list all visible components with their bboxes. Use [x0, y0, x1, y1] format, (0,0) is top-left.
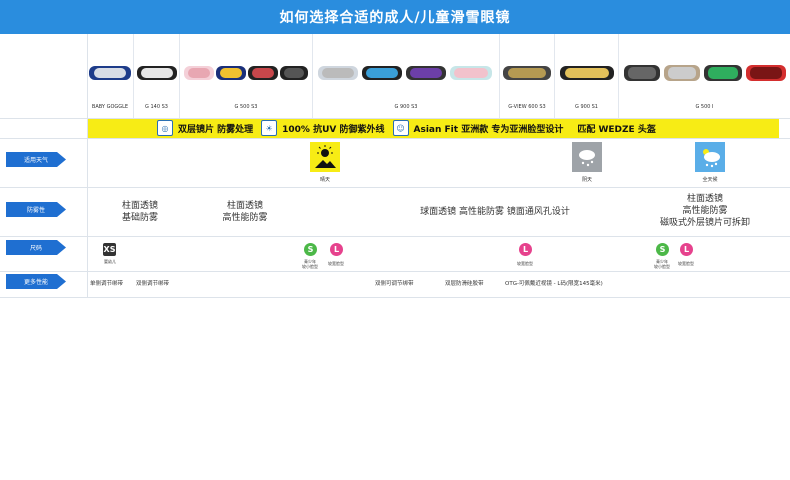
feature-silicone-strap: 双层防滑硅胶带	[445, 281, 484, 287]
antifog-g500: 柱面透镜 高性能防雾	[222, 201, 268, 223]
size-xs-badge: XS	[103, 243, 116, 256]
lens-icon: ◎	[157, 120, 173, 136]
antifog-g900: 球面透镜 高性能防雾 镜面通风孔设计	[420, 207, 570, 217]
row-divider	[0, 236, 790, 237]
size-l-caption: 较宽脸型	[328, 261, 344, 266]
uv-shield-icon: ☀	[261, 120, 278, 136]
goggle-icon	[559, 66, 614, 80]
feature-double-strap: 双侧调节绑带	[136, 281, 170, 287]
goggle-name: BABY GOGGLE	[91, 104, 129, 110]
row-divider	[0, 138, 790, 139]
size-l-caption: 较宽脸型	[517, 261, 533, 266]
feature-otg: OTG-可佩戴近视镜 - L码(限宽145毫米)	[505, 281, 603, 287]
feature-single-strap: 单侧调节绑带	[90, 281, 124, 287]
goggle-icon	[318, 66, 492, 80]
goggle-image	[313, 52, 499, 94]
feature-adjustable-strap: 双侧可调节绑带	[375, 281, 414, 287]
face-icon: ☺	[392, 120, 409, 136]
goggle-column-g900s1[interactable]: G 900 S1	[555, 34, 619, 118]
band-item-double-lens: ◎ 双层镜片 防雾处理	[157, 120, 253, 136]
goggle-name: G 900 S3	[394, 104, 418, 110]
size-l-badge: L	[519, 243, 532, 256]
size-xs-caption: 婴幼儿	[104, 259, 116, 264]
goggle-column-gview600[interactable]: G-VIEW 600 S3	[500, 34, 555, 118]
band-item-helmet: 匹配 WEDZE 头盔	[577, 124, 656, 135]
cloudy-caption: 阴天	[581, 177, 592, 183]
page-title: 如何选择合适的成人/儿童滑雪眼镜	[0, 0, 790, 34]
row-label-size: 尺码	[6, 240, 66, 255]
antifog-baby: 柱面透镜 基础防雾	[121, 201, 158, 223]
goggle-image	[134, 52, 179, 94]
goggle-name: G 140 S3	[145, 104, 168, 110]
goggle-image	[180, 52, 312, 94]
band-item-uv: ☀ 100% 抗UV 防御紫外线	[261, 120, 385, 136]
row-divider	[0, 187, 790, 188]
goggle-icon	[503, 66, 551, 80]
goggle-image	[555, 52, 618, 94]
size-s-badge: S	[656, 243, 669, 256]
size-s-caption: 青少年 较小脸型	[654, 259, 670, 269]
cloudy-weather-icon	[572, 142, 602, 172]
all-weather-icon	[695, 142, 725, 172]
row-label-features: 更多性能	[6, 274, 66, 289]
goggle-column-g500i[interactable]: G 500 I	[619, 34, 790, 118]
goggle-column-g140[interactable]: G 140 S3	[134, 34, 180, 118]
feature-band: ◎ 双层镜片 防雾处理 ☀ 100% 抗UV 防御紫外线 ☺ Asian Fit…	[87, 118, 779, 138]
sunny-weather-icon	[310, 142, 340, 172]
goggle-icon	[184, 66, 308, 80]
antifog-g500i: 柱面透镜 高性能防雾 磁吸式外层镜片可拆卸	[659, 194, 750, 228]
band-item-asian-fit: ☺ Asian Fit 亚洲款 专为亚洲脸型设计	[392, 120, 563, 136]
goggle-image	[87, 52, 133, 94]
row-label-weather: 适用天气	[6, 152, 66, 167]
goggle-name: G 900 S1	[575, 104, 598, 110]
goggle-image	[619, 52, 790, 94]
goggle-name: G 500 I	[695, 104, 714, 110]
column-divider	[87, 34, 88, 297]
goggle-image	[500, 52, 554, 94]
goggle-name: G 500 S3	[234, 104, 258, 110]
size-l-badge: L	[680, 243, 693, 256]
size-l-badge: L	[330, 243, 343, 256]
size-s-caption: 青少年 较小脸型	[302, 259, 318, 269]
goggle-icon	[136, 66, 177, 80]
row-divider	[0, 297, 790, 298]
goggle-name: G-VIEW 600 S3	[508, 104, 546, 110]
goggle-icon	[89, 66, 131, 80]
goggle-icon	[623, 65, 786, 81]
goggle-column-baby[interactable]: BABY GOGGLE	[87, 34, 134, 118]
sunny-caption: 晴天	[319, 177, 330, 183]
goggle-column-g900[interactable]: G 900 S3	[313, 34, 500, 118]
size-s-badge: S	[304, 243, 317, 256]
all-weather-caption: 全天候	[702, 177, 718, 183]
size-l-caption: 较宽脸型	[678, 261, 694, 266]
row-divider	[0, 271, 790, 272]
row-label-antifog: 防雾性	[6, 202, 66, 217]
row-divider	[0, 118, 790, 119]
goggle-column-g500[interactable]: G 500 S3	[180, 34, 313, 118]
